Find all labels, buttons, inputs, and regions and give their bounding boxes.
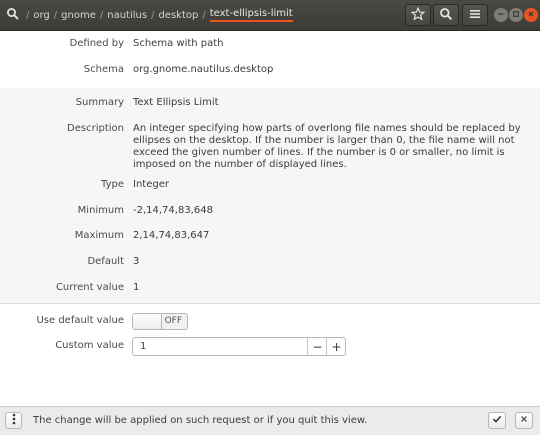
bookmark-button[interactable]: [405, 4, 431, 26]
close-button[interactable]: [524, 8, 538, 22]
search-icon[interactable]: [6, 7, 20, 21]
current-value-label: Current value: [55, 282, 124, 293]
search-button[interactable]: [433, 4, 459, 26]
defined-by-value: Schema with path: [133, 38, 224, 49]
hamburger-icon: [469, 8, 481, 23]
description-value: An integer specifying how parts of overl…: [133, 123, 521, 170]
maximum-value: 2,14,74,83,647: [133, 230, 210, 241]
switch-state-text: OFF: [164, 316, 182, 326]
minus-icon: −: [312, 339, 323, 354]
use-default-label: Use default value: [36, 315, 124, 326]
breadcrumb-separator: /: [202, 9, 206, 21]
maximum-label: Maximum: [74, 230, 124, 241]
custom-value-spinbutton[interactable]: 1 − +: [132, 337, 346, 356]
minimize-button[interactable]: [494, 8, 508, 22]
schema-label: Schema: [83, 64, 124, 75]
checkmark-icon: [492, 414, 502, 427]
schema-value: org.gnome.nautilus.desktop: [133, 64, 274, 75]
minimize-icon: [497, 10, 505, 21]
maximize-icon: [512, 10, 520, 21]
apply-button[interactable]: [488, 412, 506, 429]
footer-bar: The change will be applied on such reque…: [0, 406, 540, 435]
use-default-switch[interactable]: OFF: [132, 313, 188, 330]
summary-value: Text Ellipsis Limit: [133, 97, 219, 108]
summary-label: Summary: [75, 97, 124, 108]
breadcrumb-separator: /: [151, 9, 155, 21]
breadcrumb: / org / gnome / nautilus / desktop / tex…: [22, 0, 293, 30]
close-icon: [527, 10, 535, 21]
custom-value-input[interactable]: 1: [140, 341, 146, 352]
increment-button[interactable]: +: [326, 338, 346, 355]
breadcrumb-separator: /: [53, 9, 58, 21]
options-menu-button[interactable]: [5, 412, 22, 429]
custom-value-label: Custom value: [55, 340, 124, 351]
breadcrumb-item-current[interactable]: text-ellipsis-limit: [209, 8, 293, 22]
header-bar: / org / gnome / nautilus / desktop / tex…: [0, 0, 540, 31]
menu-button[interactable]: [462, 4, 488, 26]
decrement-button[interactable]: −: [307, 338, 327, 355]
dismiss-button[interactable]: [515, 412, 533, 429]
type-label: Type: [101, 179, 124, 190]
star-icon: [410, 6, 426, 24]
breadcrumb-item-nautilus[interactable]: nautilus: [107, 10, 147, 21]
minimum-label: Minimum: [77, 205, 124, 216]
breadcrumb-item-gnome[interactable]: gnome: [61, 10, 96, 21]
current-value: 1: [133, 282, 140, 293]
description-label: Description: [67, 123, 124, 134]
breadcrumb-separator: /: [26, 9, 30, 21]
plus-icon: +: [331, 339, 342, 354]
minimum-value: -2,14,74,83,648: [133, 205, 213, 216]
search-icon: [439, 7, 453, 24]
close-icon: [520, 415, 528, 426]
breadcrumb-item-desktop[interactable]: desktop: [158, 10, 198, 21]
footer-message: The change will be applied on such reque…: [33, 415, 368, 426]
vertical-dots-icon: [12, 413, 16, 428]
default-label: Default: [87, 256, 124, 267]
type-value: Integer: [133, 179, 169, 190]
maximize-button[interactable]: [509, 8, 523, 22]
key-info-section: [0, 88, 540, 304]
switch-knob[interactable]: [133, 314, 162, 329]
breadcrumb-separator: /: [99, 9, 104, 21]
defined-by-label: Defined by: [69, 38, 124, 49]
breadcrumb-item-org[interactable]: org: [33, 10, 49, 21]
default-value: 3: [133, 256, 140, 267]
